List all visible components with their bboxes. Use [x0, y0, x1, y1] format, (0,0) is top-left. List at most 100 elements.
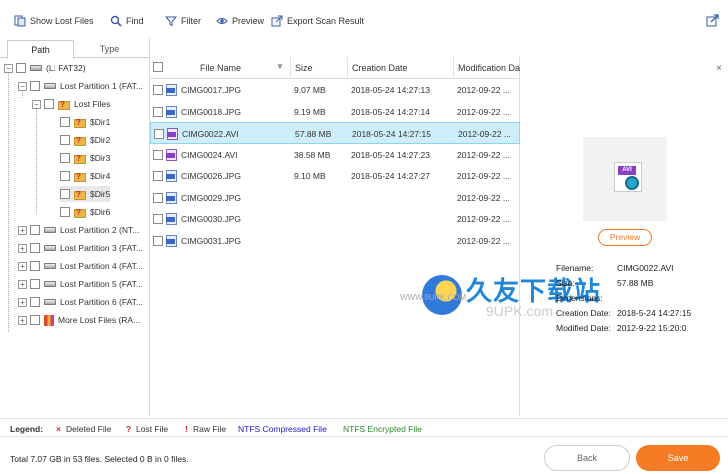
tree-checkbox[interactable] [60, 189, 70, 199]
file-row[interactable]: CIMG0024.AVI 38.58 MB 2018-05-24 14:27:23 2… [150, 144, 520, 166]
expand-icon[interactable]: + [18, 225, 27, 235]
file-created-cell: 2018-05-24 14:27:23 [351, 149, 430, 160]
filter-button[interactable]: Filter [165, 13, 201, 29]
preview-button[interactable]: Preview [216, 13, 264, 29]
row-checkbox[interactable] [153, 214, 163, 224]
size-label: Size: [556, 278, 575, 288]
tree-checkbox[interactable] [16, 63, 26, 73]
collapse-icon[interactable]: − [32, 99, 41, 109]
close-icon[interactable]: × [716, 63, 722, 74]
tree-checkbox[interactable] [60, 153, 70, 163]
tree-item-dir4[interactable]: ? $Dir4 [60, 168, 110, 184]
tree-checkbox[interactable] [60, 135, 70, 145]
expand-icon[interactable]: + [18, 297, 27, 307]
raw-mark-icon: ! [185, 424, 188, 434]
row-checkbox[interactable] [153, 235, 163, 246]
drive-icon [44, 83, 56, 89]
tree-item-dir6[interactable]: ? $Dir6 [60, 204, 110, 220]
file-row[interactable]: CIMG0022.AVI 57.88 MB 2018-05-24 14:27:15 2… [150, 122, 520, 144]
file-row[interactable]: CIMG0018.JPG 9.19 MB 2018-05-24 14:27:14 20… [150, 101, 520, 123]
tree-panel: Path Type − (L: FAT32) − Lost Partition … [0, 38, 150, 416]
tree-checkbox[interactable] [60, 207, 70, 217]
drive-icon [44, 299, 56, 305]
file-modified-cell: 2012-09-22 ... [457, 192, 510, 203]
expand-icon[interactable]: + [18, 279, 27, 289]
show-lost-files-button[interactable]: Show Lost Files [14, 13, 94, 29]
row-checkbox[interactable] [153, 149, 163, 160]
tree-item-lost-partition-6[interactable]: + Lost Partition 6 (FAT... [18, 294, 143, 310]
tree-item-label: $Dir2 [90, 135, 111, 145]
tree-item-lost-files[interactable]: − ? Lost Files [32, 96, 110, 112]
tree-checkbox[interactable] [30, 315, 40, 325]
tree-item-label: (L: FAT32) [46, 63, 86, 73]
file-size-cell: 57.88 MB [295, 129, 332, 139]
column-creation-date[interactable]: Creation Date [347, 57, 453, 79]
tree-item-dir5[interactable]: ? $Dir5 [60, 186, 111, 202]
file-modified-cell: 2012-09-22 ... [457, 214, 510, 224]
tab-path[interactable]: Path [7, 40, 74, 59]
expand-icon[interactable]: + [18, 315, 27, 325]
tree-item-dir1[interactable]: ? $Dir1 [60, 114, 110, 130]
tree-checkbox[interactable] [30, 81, 40, 91]
tree-item-dir2[interactable]: ? $Dir2 [60, 132, 110, 148]
file-row[interactable]: CIMG0029.JPG 2012-09-22 ... [150, 187, 520, 209]
tree-checkbox[interactable] [30, 261, 40, 271]
film-reel-icon [625, 176, 639, 190]
column-file-name[interactable]: File Name [166, 57, 290, 79]
tree-item-dir3[interactable]: ? $Dir3 [60, 150, 110, 166]
row-checkbox[interactable] [153, 171, 163, 181]
expand-icon[interactable]: + [18, 261, 27, 271]
collapse-icon[interactable]: − [18, 81, 27, 91]
select-all-checkbox[interactable] [153, 62, 163, 72]
find-button[interactable]: Find [110, 13, 144, 29]
row-checkbox[interactable] [154, 129, 164, 139]
legend-deleted: Deleted File [66, 424, 112, 434]
collapse-icon[interactable]: − [4, 63, 13, 73]
file-size-cell [294, 187, 347, 209]
tree-checkbox[interactable] [30, 243, 40, 253]
row-checkbox[interactable] [153, 192, 163, 203]
export-scan-result-button[interactable]: Export Scan Result [271, 13, 364, 29]
tree-checkbox[interactable] [30, 279, 40, 289]
tree-checkbox[interactable] [44, 99, 54, 109]
tree-checkbox[interactable] [60, 171, 70, 181]
file-modified-cell: 2012-09-22 ... [457, 106, 510, 117]
back-button[interactable]: Back [544, 445, 630, 471]
file-created-cell [351, 230, 453, 252]
tree-item-lost-partition-1[interactable]: − Lost Partition 1 (FAT... [18, 78, 143, 94]
tree-item-lost-partition-2[interactable]: + Lost Partition 2 (NT... [18, 222, 139, 238]
tree-item-more-lost-files[interactable]: + More Lost Files (RA... [18, 312, 140, 328]
file-row[interactable]: CIMG0026.JPG 9.10 MB 2018-05-24 14:27:27 20… [150, 165, 520, 187]
tab-type[interactable]: Type [76, 40, 143, 59]
column-modification-date[interactable]: Modification Da [453, 57, 520, 79]
tree-item-root[interactable]: − (L: FAT32) [4, 60, 86, 76]
sort-down-icon[interactable]: ▼ [276, 57, 284, 77]
file-row[interactable]: CIMG0030.JPG 2012-09-22 ... [150, 208, 520, 230]
tree-checkbox[interactable] [60, 117, 70, 127]
image-file-icon [166, 170, 177, 182]
drive-icon [44, 245, 56, 251]
column-size[interactable]: Size [290, 57, 347, 79]
file-modified-cell: 2012-09-22 ... [457, 85, 510, 95]
tree-checkbox[interactable] [30, 225, 40, 235]
tree-item-lost-partition-4[interactable]: + Lost Partition 4 (FAT... [18, 258, 143, 274]
tree-item-label: $Dir3 [90, 153, 111, 163]
modified-date-label: Modified Date: [556, 323, 611, 333]
tree-item-lost-partition-3[interactable]: + Lost Partition 3 (FAT... [18, 240, 143, 256]
legend-label: Legend: [10, 424, 44, 434]
file-row[interactable]: CIMG0031.JPG 2012-09-22 ... [150, 230, 520, 252]
row-checkbox[interactable] [153, 85, 163, 95]
modified-date-value: 2012-9-22 15:20:0 [617, 323, 687, 333]
filename-label: Filename: [556, 263, 594, 273]
preview-file-button[interactable]: Preview [598, 229, 652, 246]
share-icon[interactable] [706, 13, 720, 27]
tree-item-label: $Dir6 [90, 207, 111, 217]
tree-checkbox[interactable] [30, 297, 40, 307]
expand-icon[interactable]: + [18, 243, 27, 253]
save-button[interactable]: Save [636, 445, 720, 471]
file-name-cell: CIMG0018.JPG [181, 106, 241, 117]
file-row[interactable]: CIMG0017.JPG 9.07 MB 2018-05-24 14:27:13 20… [150, 79, 520, 101]
legend-raw: Raw File [193, 424, 227, 434]
tree-item-lost-partition-5[interactable]: + Lost Partition 5 (FAT... [18, 276, 143, 292]
row-checkbox[interactable] [153, 106, 163, 117]
